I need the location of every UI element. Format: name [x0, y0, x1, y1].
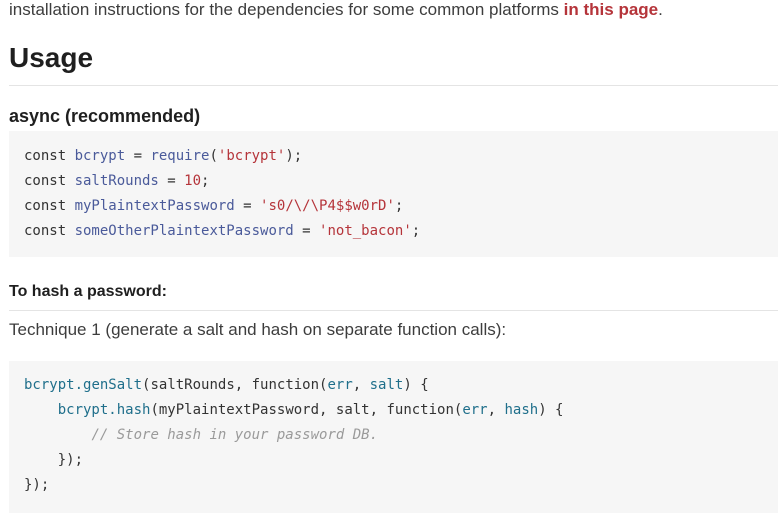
usage-divider — [9, 85, 778, 86]
code-line: const saltRounds = 10; — [24, 173, 210, 189]
code-line: }); — [24, 477, 50, 493]
intro-text: installation instructions for the depend… — [9, 0, 564, 19]
hash-heading: To hash a password: — [9, 283, 167, 300]
code-line: const bcrypt = require('bcrypt'); — [24, 148, 303, 164]
code-line: const someOtherPlaintextPassword = 'not_… — [24, 223, 421, 239]
hash-divider — [9, 310, 778, 311]
code-line: bcrypt.genSalt(saltRounds, function(err,… — [24, 377, 429, 393]
technique-text: Technique 1 (generate a salt and hash on… — [9, 320, 507, 339]
setup-code-block: const bcrypt = require('bcrypt'); const … — [9, 131, 778, 257]
code-line: // Store hash in your password DB. — [91, 427, 379, 443]
code-line: }); — [24, 452, 84, 468]
code-line: const myPlaintextPassword = 's0/\/\P4$$w… — [24, 198, 404, 214]
intro-paragraph: installation instructions for the depend… — [9, 0, 663, 22]
code-line: bcrypt.hash(myPlaintextPassword, salt, f… — [57, 402, 564, 418]
hash-code-block: bcrypt.genSalt(saltRounds, function(err,… — [9, 361, 778, 513]
platforms-link[interactable]: in this page — [564, 0, 658, 19]
usage-heading: Usage — [9, 42, 94, 73]
async-heading: async (recommended) — [9, 106, 201, 126]
intro-period: . — [658, 0, 663, 19]
